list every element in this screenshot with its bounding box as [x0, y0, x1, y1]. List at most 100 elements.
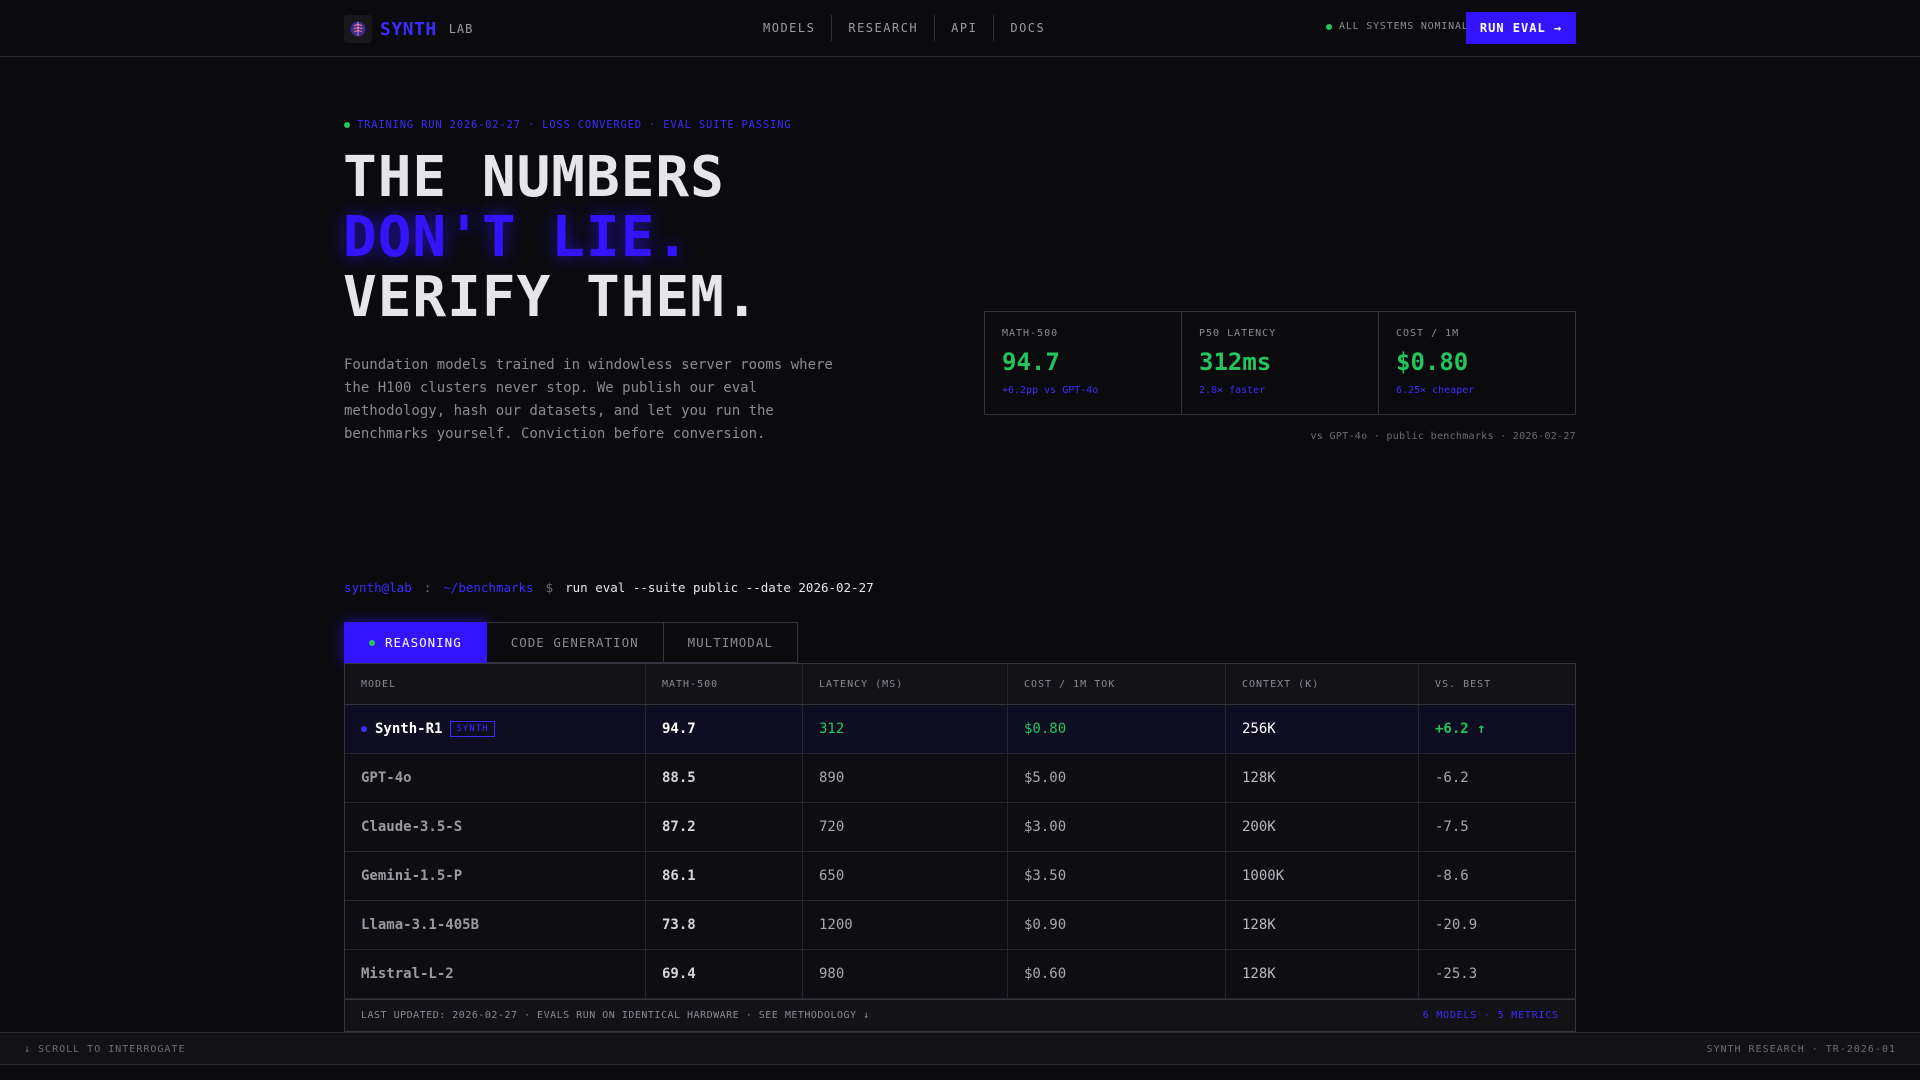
headline-line-1: THE NUMBERS [343, 145, 725, 210]
hero-copy: Foundation models trained in windowless … [344, 357, 833, 442]
table-row[interactable]: Synth-R1 SYNTH 94.7 312 $0.80 256K +6.2 … [345, 705, 1575, 754]
latency-cell: 650 [803, 852, 1008, 900]
nav-link-api[interactable]: API [934, 15, 993, 41]
run-eval-button[interactable]: RUN EVAL → [1466, 12, 1576, 44]
tab-label: CODE GENERATION [510, 635, 639, 650]
vs-best-cell: -25.3 [1435, 966, 1478, 982]
math-cell: 94.7 [646, 705, 803, 753]
model-name: Synth-R1 [375, 721, 443, 737]
tab-label: REASONING [385, 635, 462, 650]
context-cell: 200K [1226, 803, 1419, 851]
cost-cell: $5.00 [1008, 754, 1226, 802]
model-cell: Synth-R1 SYNTH [345, 705, 646, 753]
column-header-vs-best[interactable]: VS. BEST [1419, 664, 1575, 704]
math-cell: 88.5 [646, 754, 803, 802]
nav-link-research[interactable]: RESEARCH [831, 15, 934, 41]
prompt-dollar: $ [545, 580, 554, 595]
latency-cell: 312 [803, 705, 1008, 753]
cost-cell: $3.00 [1008, 803, 1226, 851]
headline-line-3: VERIFY THEM. [343, 265, 760, 330]
scroll-hint[interactable]: ↓ SCROLL TO INTERROGATE [24, 1044, 185, 1055]
model-cell: Claude-3.5-S [345, 803, 646, 851]
context-cell: 1000K [1226, 852, 1419, 900]
active-tab-dot-icon [369, 639, 375, 646]
math-cell: 87.2 [646, 803, 803, 851]
metric-label: MATH-500 [1002, 328, 1059, 339]
tab-multimodal[interactable]: MULTIMODAL [663, 622, 798, 663]
metric-delta: 6.25× cheaper [1396, 385, 1475, 396]
metric-value: $0.80 [1396, 348, 1469, 376]
table-row[interactable]: GPT-4o 88.5 890 $5.00 128K -6.2 [345, 754, 1575, 803]
table-footer-summary: 6 MODELS · 5 METRICS [1422, 1010, 1559, 1021]
vs-best-cell: -6.2 [1435, 770, 1469, 786]
vs-best-cell: -20.9 [1435, 917, 1478, 933]
latency-cell: 1200 [803, 901, 1008, 949]
tab-reasoning[interactable]: REASONING [344, 622, 487, 663]
benchmark-tabs: REASONING CODE GENERATION MULTIMODAL [344, 622, 798, 663]
prompt-user: synth@lab [344, 580, 412, 595]
metric-p50-latency: P50 LATENCY 312ms 2.8× faster [1181, 312, 1378, 414]
bottom-bar: ↓ SCROLL TO INTERROGATE SYNTH RESEARCH ·… [0, 1032, 1920, 1065]
column-header-math-500[interactable]: MATH-500 [646, 664, 803, 704]
status-dot-icon [1326, 23, 1332, 30]
metric-value: 94.7 [1002, 348, 1060, 376]
nav-link-docs[interactable]: DOCS [993, 15, 1061, 41]
tab-code-generation[interactable]: CODE GENERATION [486, 622, 664, 663]
metric-delta: 2.8× faster [1199, 385, 1266, 396]
column-header-context[interactable]: CONTEXT (K) [1226, 664, 1419, 704]
model-cell: GPT-4o [345, 754, 646, 802]
brand[interactable]: SYNTH LAB [344, 15, 473, 43]
cost-cell: $0.60 [1008, 950, 1226, 998]
terminal-prompt: synth@lab : ~/benchmarks $ run eval --su… [344, 580, 874, 595]
math-cell: 86.1 [646, 852, 803, 900]
table-footer: LAST UPDATED: 2026-02-27 · EVALS RUN ON … [345, 999, 1575, 1031]
table-row[interactable]: Llama-3.1-405B 73.8 1200 $0.90 128K -20.… [345, 901, 1575, 950]
context-cell: 256K [1226, 705, 1419, 753]
cost-cell: $0.90 [1008, 901, 1226, 949]
latency-cell: 720 [803, 803, 1008, 851]
nav-links: MODELS RESEARCH API DOCS [747, 15, 1061, 41]
table-row[interactable]: Gemini-1.5-P 86.1 650 $3.50 1000K -8.6 [345, 852, 1575, 901]
highlight-dot-icon [361, 726, 367, 732]
run-status-dot-icon [344, 122, 350, 128]
brain-logo-icon [344, 15, 372, 43]
metrics-note: vs GPT-4o · public benchmarks · 2026-02-… [1310, 431, 1576, 442]
benchmark-table: MODEL MATH-500 LATENCY (MS) COST / 1M TO… [344, 663, 1576, 1032]
model-cell: Mistral-L-2 [345, 950, 646, 998]
metric-math-500: MATH-500 94.7 +6.2pp vs GPT-4o [985, 312, 1181, 414]
table-header: MODEL MATH-500 LATENCY (MS) COST / 1M TO… [345, 664, 1575, 705]
brand-name: SYNTH [380, 18, 437, 40]
table-row[interactable]: Mistral-L-2 69.4 980 $0.60 128K -25.3 [345, 950, 1575, 999]
cost-cell: $0.80 [1008, 705, 1226, 753]
context-cell: 128K [1226, 754, 1419, 802]
table-row[interactable]: Claude-3.5-S 87.2 720 $3.00 200K -7.5 [345, 803, 1575, 852]
model-cell: Llama-3.1-405B [345, 901, 646, 949]
metrics-panel: MATH-500 94.7 +6.2pp vs GPT-4o P50 LATEN… [984, 311, 1576, 415]
system-status-label: ALL SYSTEMS NOMINAL [1339, 21, 1469, 32]
math-cell: 73.8 [646, 901, 803, 949]
cost-cell: $3.50 [1008, 852, 1226, 900]
top-nav: SYNTH LAB MODELS RESEARCH API DOCS ALL S… [0, 0, 1920, 57]
table-footer-note[interactable]: LAST UPDATED: 2026-02-27 · EVALS RUN ON … [361, 1010, 870, 1021]
vs-best-cell: -8.6 [1435, 868, 1469, 884]
metric-label: P50 LATENCY [1199, 328, 1277, 339]
model-cell: Gemini-1.5-P [345, 852, 646, 900]
prompt-command: run eval --suite public --date 2026-02-2… [565, 580, 874, 595]
hero-eyebrow: TRAINING RUN 2026-02-27 · LOSS CONVERGED… [344, 119, 791, 131]
hero-headline: THE NUMBERS DON'T LIE. VERIFY THEM. [343, 148, 760, 328]
context-cell: 128K [1226, 901, 1419, 949]
system-status: ALL SYSTEMS NOMINAL [1326, 21, 1469, 32]
latency-cell: 980 [803, 950, 1008, 998]
hero-eyebrow-text: TRAINING RUN 2026-02-27 · LOSS CONVERGED… [357, 119, 792, 131]
vs-best-cell: +6.2 ↑ [1435, 721, 1486, 737]
synth-badge: SYNTH [450, 721, 495, 737]
prompt-separator: : [423, 580, 432, 595]
math-cell: 69.4 [646, 950, 803, 998]
column-header-model[interactable]: MODEL [345, 664, 646, 704]
column-header-latency[interactable]: LATENCY (MS) [803, 664, 1008, 704]
tab-label: MULTIMODAL [687, 635, 773, 650]
brand-sub: LAB [448, 22, 474, 36]
nav-link-models[interactable]: MODELS [747, 15, 831, 41]
column-header-cost[interactable]: COST / 1M TOK [1008, 664, 1226, 704]
headline-line-2: DON'T LIE. [343, 205, 691, 270]
